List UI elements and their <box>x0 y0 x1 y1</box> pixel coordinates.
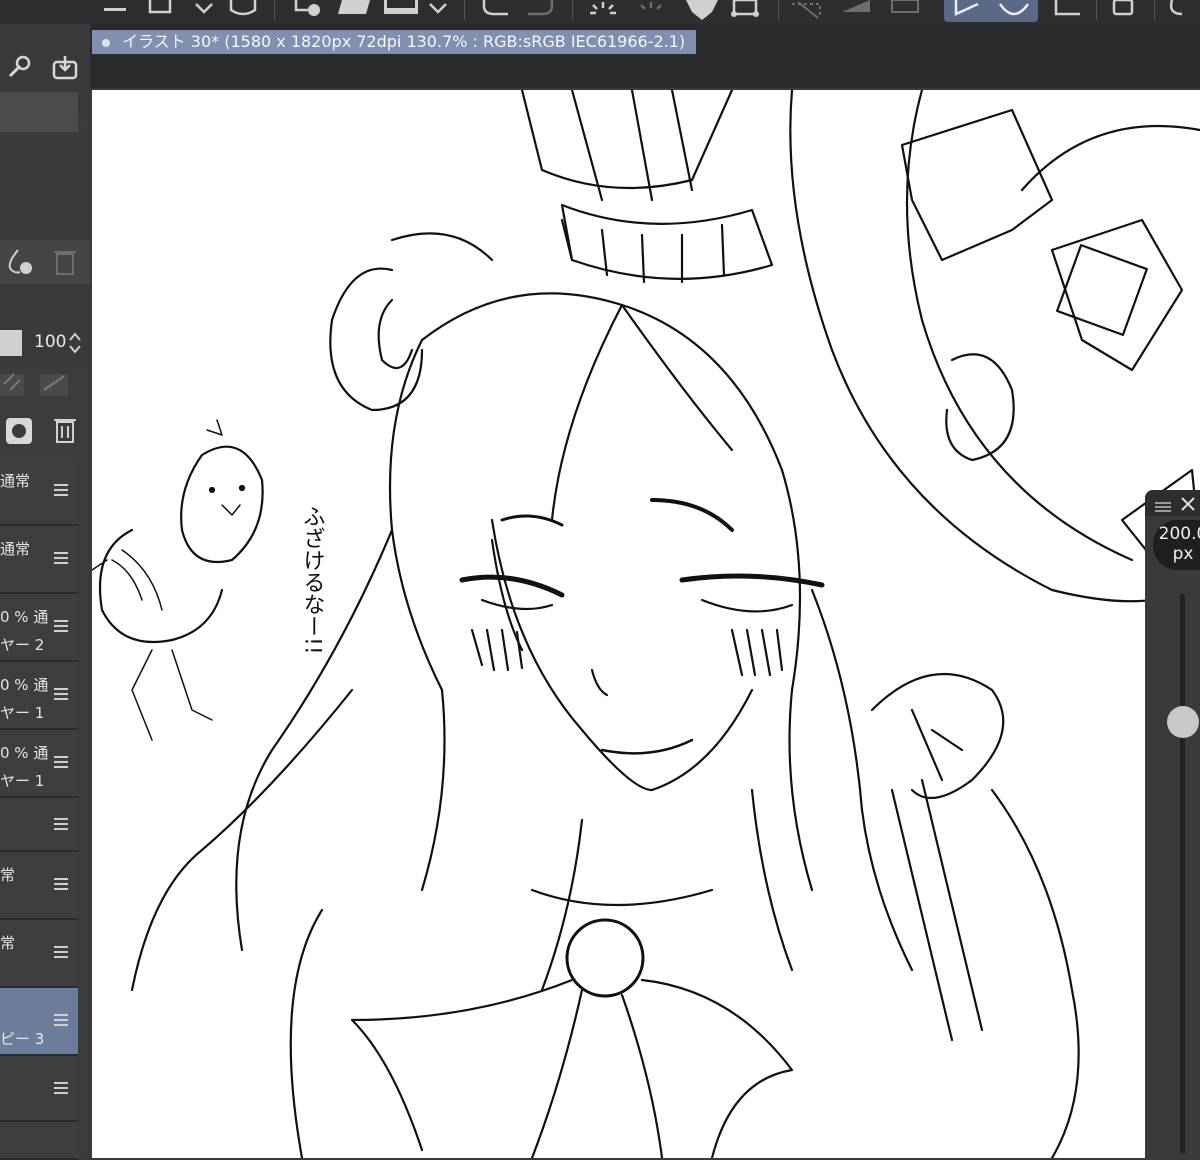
opacity-row: 100 <box>0 324 90 362</box>
layer-blend-label: 常 <box>0 934 16 952</box>
chevron-down-icon[interactable] <box>428 0 448 20</box>
layer-actions-bar <box>0 240 90 284</box>
drag-handle-icon[interactable] <box>54 552 68 564</box>
layer-property-icon[interactable] <box>228 0 258 20</box>
panel-header <box>0 24 90 132</box>
layer-row[interactable]: 0 % 通 ヤー 1 <box>0 662 78 730</box>
drag-handle-icon[interactable] <box>54 484 68 496</box>
toolbar-divider <box>572 0 573 20</box>
speech-text: ふざけるなー!! <box>300 505 325 655</box>
layer-name: ピー 3 <box>0 1030 45 1048</box>
mask-row <box>0 408 90 456</box>
opacity-value[interactable]: 100 <box>34 332 66 352</box>
layer-row[interactable]: 通常 <box>0 526 78 594</box>
ruler-icon[interactable] <box>1050 0 1084 20</box>
toolbar-divider <box>778 0 779 20</box>
layer-row[interactable] <box>0 1056 78 1122</box>
reference-icon <box>40 370 80 398</box>
layer-row[interactable] <box>0 798 78 852</box>
document-title: イラスト 30* (1580 x 1820px 72dpi 130.7% : R… <box>122 32 686 51</box>
layer-name: ヤー 1 <box>0 772 45 790</box>
toolbar-divider <box>1096 0 1097 20</box>
mask-icon[interactable] <box>6 418 32 444</box>
unsaved-dot-icon <box>102 38 110 47</box>
drag-handle-icon[interactable] <box>54 688 68 700</box>
clear-icon <box>636 0 666 20</box>
clip-icon <box>0 370 28 398</box>
brush-size-display[interactable]: 200.0 px <box>1153 520 1200 570</box>
layer-row-selected[interactable]: ピー 3 <box>0 988 78 1056</box>
opacity-slider[interactable] <box>0 330 22 356</box>
layer-panel: 100 通常 通常 0 % 通 ヤー 2 0 % 通 ヤー 1 0 % 通 ヤー… <box>0 24 90 1160</box>
layer-row[interactable]: 0 % 通 ヤー 1 <box>0 730 78 798</box>
brush-size-panel-header <box>1145 490 1200 516</box>
drag-handle-icon[interactable] <box>54 756 68 768</box>
document-tab[interactable]: イラスト 30* (1580 x 1820px 72dpi 130.7% : R… <box>92 30 696 54</box>
drag-handle-icon[interactable] <box>54 878 68 890</box>
toolbar-divider <box>274 0 275 20</box>
brush-size-slider-track[interactable] <box>1180 594 1185 1154</box>
selection-fill-icon <box>888 0 924 20</box>
pen-icon[interactable] <box>148 0 174 20</box>
drag-handle-icon[interactable] <box>1155 498 1171 512</box>
close-icon[interactable] <box>1181 496 1195 511</box>
brush-size-slider-knob[interactable] <box>1167 706 1199 738</box>
brush-size-unit: px <box>1172 544 1194 564</box>
preview-area <box>0 134 90 240</box>
panel-divider <box>0 284 90 324</box>
layer-row[interactable]: 通常 <box>0 458 78 526</box>
layer-row[interactable]: 常 <box>0 852 78 920</box>
menu-icon[interactable] <box>104 0 126 20</box>
wrench-icon[interactable] <box>6 54 32 80</box>
loading-icon[interactable] <box>588 0 618 20</box>
layer-blend-label: 0 % 通 <box>0 744 49 762</box>
layer-name: ヤー 2 <box>0 636 45 654</box>
redo-icon <box>526 0 556 20</box>
lasso-icon[interactable] <box>950 0 986 20</box>
device-icon[interactable] <box>1108 0 1138 20</box>
layer-row[interactable]: 常 <box>0 920 78 988</box>
drawing-canvas[interactable]: ふざけるなー!! <box>92 90 1200 1158</box>
undo-icon[interactable] <box>480 0 510 20</box>
new-layer-drop-icon[interactable] <box>6 248 34 276</box>
trash-icon <box>54 248 76 276</box>
line-art-illustration: ふざけるなー!! <box>92 90 1200 1158</box>
drag-handle-icon[interactable] <box>54 1014 68 1026</box>
layer-row[interactable]: 0 % 通 ヤー 2 <box>0 594 78 662</box>
selection-clear-icon <box>790 0 826 20</box>
layer-blend-label: 通常 <box>0 472 31 490</box>
layer-blend-label: 0 % 通 <box>0 676 49 694</box>
main-toolbar <box>0 0 1200 24</box>
panel-tab-strip[interactable] <box>0 92 78 132</box>
layer-blend-label: 通常 <box>0 540 31 558</box>
selection-invert-icon <box>840 0 876 20</box>
folder-icon[interactable] <box>338 0 372 20</box>
drag-handle-icon[interactable] <box>54 620 68 632</box>
brush-size-value: 200.0 <box>1158 524 1200 544</box>
layer-name: ヤー 1 <box>0 704 45 722</box>
drag-handle-icon[interactable] <box>54 818 68 830</box>
ellipse-select-icon[interactable] <box>996 0 1032 20</box>
transform-icon[interactable] <box>730 0 760 20</box>
layer-row[interactable] <box>0 1122 78 1160</box>
toolbar-divider <box>464 0 465 20</box>
fill-icon[interactable] <box>384 0 418 20</box>
drag-handle-icon[interactable] <box>54 1082 68 1094</box>
layer-blend-label: 0 % 通 <box>0 608 49 626</box>
brush-size-panel: 200.0 px <box>1145 490 1200 1158</box>
opacity-stepper[interactable] <box>68 330 82 356</box>
layer-blend-label: 常 <box>0 866 16 884</box>
chevron-down-icon[interactable] <box>194 0 214 20</box>
toolbar-divider <box>1154 0 1155 20</box>
drag-handle-icon[interactable] <box>54 946 68 958</box>
chat-icon[interactable] <box>1166 0 1200 20</box>
clipping-row <box>0 364 90 404</box>
download-icon[interactable] <box>52 54 78 80</box>
trash-icon[interactable] <box>54 416 76 444</box>
new-layer-icon[interactable] <box>294 0 324 20</box>
fill-tool-icon[interactable] <box>684 0 720 20</box>
